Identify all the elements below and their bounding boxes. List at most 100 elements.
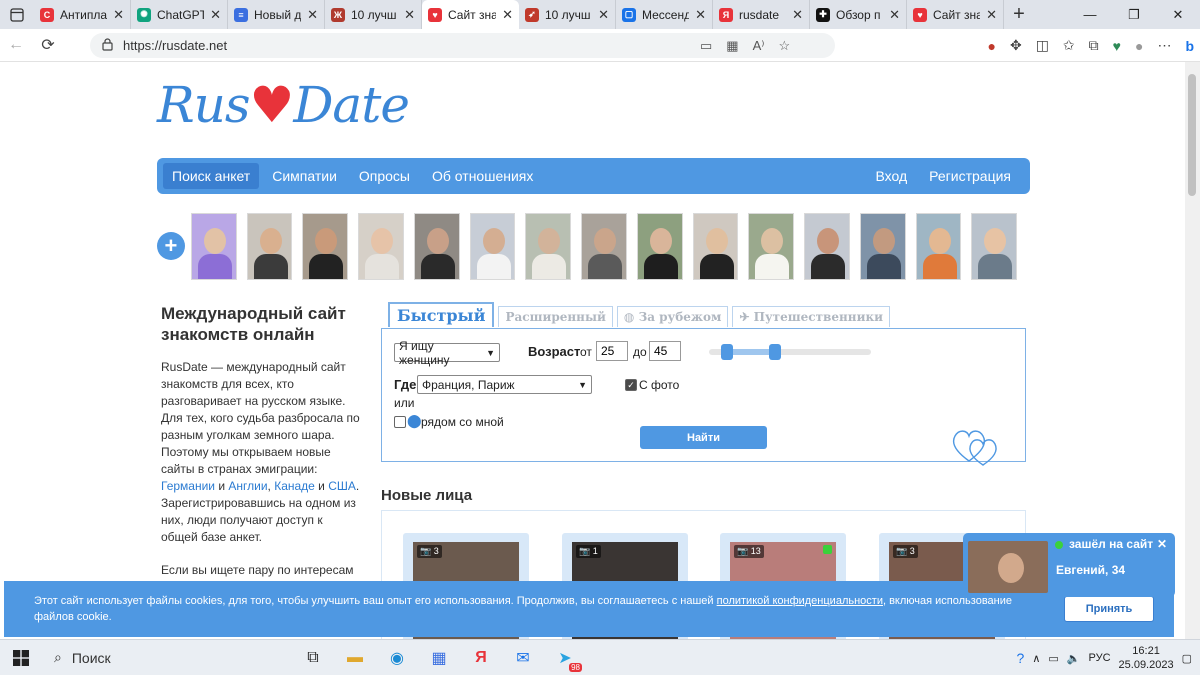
telegram-icon[interactable]: ➤ 98 bbox=[544, 640, 586, 676]
taskbar-search[interactable]: ⌕ Поиск bbox=[42, 640, 292, 676]
notifications-icon[interactable]: ▢ bbox=[1182, 652, 1192, 665]
browser-tab[interactable]: Ж 10 лучш ✕ bbox=[325, 0, 422, 29]
close-icon[interactable]: ✕ bbox=[1157, 537, 1167, 551]
task-view-icon[interactable]: ⧉ bbox=[292, 640, 334, 676]
age-slider[interactable] bbox=[709, 344, 871, 360]
profile-thumb[interactable] bbox=[692, 212, 739, 280]
link-usa[interactable]: США bbox=[328, 479, 356, 493]
profile-thumb[interactable] bbox=[302, 212, 349, 280]
notification-avatar[interactable] bbox=[968, 541, 1048, 593]
add-photo-plus-icon[interactable]: + bbox=[157, 232, 185, 260]
profile-thumb[interactable] bbox=[413, 212, 460, 280]
scrollbar-thumb[interactable] bbox=[1188, 74, 1196, 196]
windows-start-icon[interactable] bbox=[0, 640, 42, 676]
browser-tab[interactable]: ▢ Мессенд ✕ bbox=[616, 0, 713, 29]
profile-avatar-icon[interactable]: ● bbox=[1135, 38, 1143, 54]
edge-browser-icon[interactable]: ◉ bbox=[376, 640, 418, 676]
browser-tab[interactable]: ♥ Сайт зна ✕ bbox=[907, 0, 1004, 29]
close-tab-icon[interactable]: ✕ bbox=[113, 7, 124, 23]
language-indicator[interactable]: РУС bbox=[1089, 652, 1111, 664]
browser-essentials-icon[interactable]: ♥ bbox=[1113, 38, 1121, 54]
browser-tab[interactable]: ➶ 10 лучш ✕ bbox=[519, 0, 616, 29]
profile-thumb[interactable] bbox=[190, 212, 237, 280]
looking-for-select[interactable]: Я ищу женщину ▼ bbox=[394, 339, 500, 367]
volume-icon[interactable]: 🔈 bbox=[1067, 652, 1081, 665]
profile-thumb[interactable] bbox=[971, 212, 1018, 280]
profile-thumb[interactable] bbox=[859, 212, 906, 280]
privacy-policy-link[interactable]: политикой конфиденциальности bbox=[717, 595, 883, 607]
tab-quick-search[interactable]: Быстрый bbox=[388, 302, 495, 327]
bing-icon[interactable]: b bbox=[1185, 38, 1194, 54]
minimize-button[interactable]: — bbox=[1068, 0, 1112, 29]
extensions-grid-icon[interactable]: ▦ bbox=[726, 38, 738, 54]
puzzle-extensions-icon[interactable]: ✥ bbox=[1010, 37, 1022, 54]
tab-actions-icon[interactable] bbox=[0, 0, 34, 29]
page-scrollbar[interactable] bbox=[1185, 62, 1200, 639]
yandex-browser-icon[interactable]: Я bbox=[460, 640, 502, 676]
file-explorer-icon[interactable]: ▬ bbox=[334, 640, 376, 676]
new-tab-button[interactable]: + bbox=[1004, 3, 1034, 26]
close-tab-icon[interactable]: ✕ bbox=[695, 7, 706, 23]
store-icon[interactable]: ▦ bbox=[418, 640, 460, 676]
close-tab-icon[interactable]: ✕ bbox=[502, 7, 513, 23]
profile-thumb[interactable] bbox=[358, 212, 404, 280]
close-tab-icon[interactable]: ✕ bbox=[986, 7, 997, 23]
profile-thumb[interactable] bbox=[915, 212, 962, 280]
profile-thumb[interactable] bbox=[581, 212, 627, 280]
back-button[interactable]: ← bbox=[0, 29, 32, 62]
with-photo-checkbox[interactable]: ✓ bbox=[625, 379, 637, 391]
favorites-icon[interactable]: ✩ bbox=[1063, 37, 1075, 54]
nav-login[interactable]: Вход bbox=[866, 163, 916, 189]
browser-tab[interactable]: Яrusdate ✕ bbox=[713, 0, 810, 29]
browser-tab[interactable]: ✺ ChatGPT ✕ bbox=[131, 0, 228, 29]
more-menu-icon[interactable]: ⋯ bbox=[1157, 37, 1171, 54]
extension-icon[interactable]: ● bbox=[987, 38, 995, 54]
site-logo[interactable]: Rus♥Date bbox=[157, 76, 410, 134]
favorite-star-icon[interactable]: ☆ bbox=[778, 38, 790, 54]
browser-tab[interactable]: C Антипла ✕ bbox=[34, 0, 131, 29]
profile-thumb[interactable] bbox=[636, 212, 683, 280]
age-slider-max-handle[interactable] bbox=[769, 344, 781, 360]
help-icon[interactable]: ? bbox=[1017, 650, 1025, 666]
app-available-icon[interactable]: ▭ bbox=[700, 38, 712, 54]
find-button[interactable]: Найти bbox=[640, 426, 767, 449]
close-tab-icon[interactable]: ✕ bbox=[889, 7, 900, 23]
online-notification[interactable]: зашёл на сайт Евгений, 34 ✕ bbox=[963, 533, 1175, 597]
browser-tab[interactable]: ✚ Обзор п ✕ bbox=[810, 0, 907, 29]
age-slider-min-handle[interactable] bbox=[721, 344, 733, 360]
close-tab-icon[interactable]: ✕ bbox=[598, 7, 609, 23]
close-window-button[interactable]: ✕ bbox=[1156, 0, 1200, 29]
link-england[interactable]: Англии bbox=[228, 479, 267, 493]
tab-abroad[interactable]: ◍ За рубежом bbox=[616, 306, 729, 327]
age-to-input[interactable] bbox=[649, 341, 681, 361]
notification-user-name[interactable]: Евгений, 34 bbox=[1056, 563, 1125, 577]
accept-cookies-button[interactable]: Принять bbox=[1064, 596, 1154, 622]
nav-polls[interactable]: Опросы bbox=[350, 163, 419, 189]
close-tab-icon[interactable]: ✕ bbox=[792, 7, 803, 23]
mail-icon[interactable]: ✉ bbox=[502, 640, 544, 676]
age-from-input[interactable] bbox=[596, 341, 628, 361]
profile-thumb[interactable] bbox=[804, 212, 850, 280]
restore-button[interactable]: ❐ bbox=[1112, 0, 1156, 29]
profile-thumb[interactable] bbox=[748, 212, 795, 280]
close-tab-icon[interactable]: ✕ bbox=[404, 7, 415, 23]
profile-thumb[interactable] bbox=[246, 212, 293, 280]
clock[interactable]: 16:21 25.09.2023 bbox=[1119, 644, 1174, 672]
near-me-checkbox[interactable] bbox=[394, 416, 406, 428]
nav-sympathies[interactable]: Симпатии bbox=[263, 163, 346, 189]
link-canada[interactable]: Канаде bbox=[274, 479, 315, 493]
refresh-button[interactable]: ⟳ bbox=[32, 29, 64, 62]
split-screen-icon[interactable]: ◫ bbox=[1036, 37, 1049, 54]
profile-thumb[interactable] bbox=[525, 212, 572, 280]
browser-tab[interactable]: ≡ Новый д ✕ bbox=[228, 0, 325, 29]
collections-icon[interactable]: ⧉ bbox=[1089, 37, 1099, 54]
nav-search-profiles[interactable]: Поиск анкет bbox=[163, 163, 260, 189]
read-aloud-icon[interactable]: A⁾ bbox=[753, 38, 765, 54]
nav-register[interactable]: Регистрация bbox=[920, 163, 1020, 189]
browser-tab[interactable]: ♥ Сайт зна ✕ bbox=[422, 0, 519, 29]
close-tab-icon[interactable]: ✕ bbox=[210, 7, 221, 23]
tab-travelers[interactable]: ✈ Путешественники bbox=[732, 306, 891, 327]
lock-icon[interactable] bbox=[102, 37, 113, 54]
nav-about-relationships[interactable]: Об отношениях bbox=[423, 163, 542, 189]
location-select[interactable]: Франция, Париж ▼ bbox=[417, 375, 592, 394]
